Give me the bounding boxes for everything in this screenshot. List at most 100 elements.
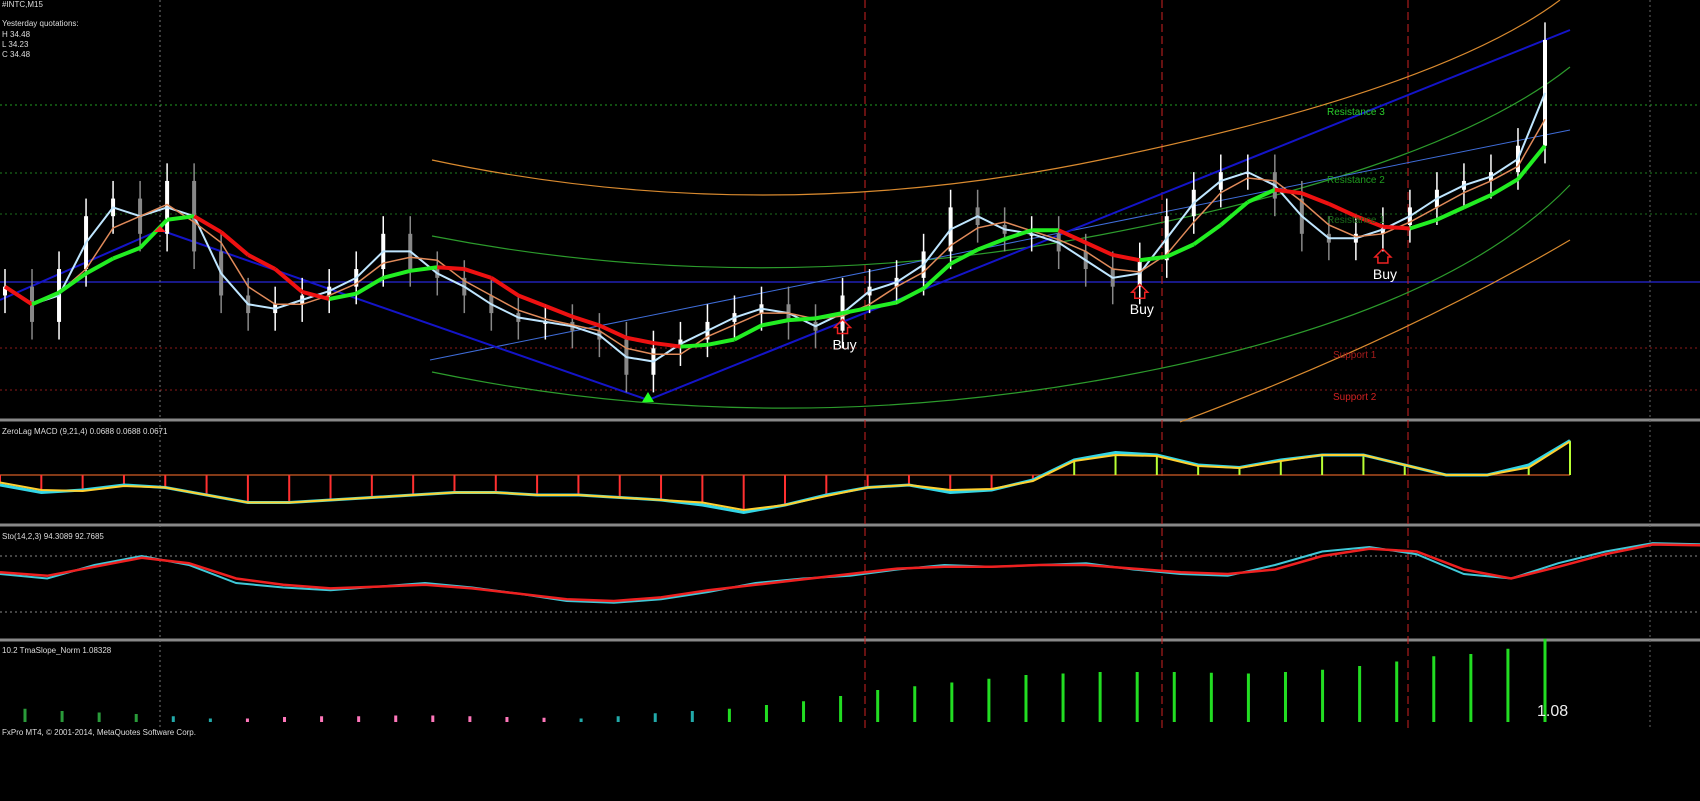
tma-slope-bar	[245, 718, 249, 722]
resistance-2-label: Resistance 2	[1327, 175, 1385, 186]
tma-slope-bar	[1024, 675, 1028, 722]
slow-ma-segment	[680, 342, 708, 349]
resistance-1-label: Resistance 1	[1327, 215, 1385, 226]
slow-ma-segment	[57, 271, 88, 295]
slow-ma-segment	[490, 276, 520, 298]
tma-slope-bar	[357, 716, 361, 722]
mid-ma-line	[4, 118, 1546, 355]
tma-slope-bar	[208, 718, 212, 722]
tma-slope-bar	[1321, 669, 1325, 722]
slow-ma-segment	[138, 218, 169, 250]
tma-slope-bar	[394, 715, 398, 722]
tma-slope-bar	[1246, 673, 1250, 722]
slow-ma-segment	[895, 286, 925, 305]
trading-chart[interactable]: Buy Buy Buy Resistance 3 Resistance 2 Resi…	[0, 0, 1700, 801]
slow-ma-segment	[31, 290, 60, 307]
yesterday-low: L 34.23	[2, 40, 29, 49]
tma-slope-bar	[839, 696, 843, 722]
yesterday-high: H 34.48	[2, 30, 31, 39]
tma-slope-bar	[468, 716, 472, 722]
tma-slope-bar	[653, 713, 657, 722]
slow-ma-segment	[1139, 254, 1168, 263]
macd-panel: ZeroLag MACD (9,21,4) 0.0688 0.0688 0.06…	[0, 427, 1571, 515]
tma-slope-bar	[1172, 672, 1176, 722]
buy-label: Buy	[1130, 301, 1154, 317]
slow-ma-segment	[1301, 191, 1330, 206]
slow-ma-segment	[761, 318, 789, 328]
resistance-3-label: Resistance 3	[1327, 107, 1385, 118]
buy-label: Buy	[1373, 266, 1397, 282]
slow-ma-segment	[707, 337, 735, 347]
tma-slope-bar	[60, 711, 64, 722]
slow-ma-segment	[1192, 223, 1222, 247]
tma-bands	[429, 0, 1571, 423]
panel-separators	[0, 418, 1700, 642]
copyright-footer: FxPro MT4, © 2001-2014, MetaQuotes Softw…	[2, 728, 196, 737]
tma-slope-bar	[764, 705, 768, 722]
slow-ma-segment	[1084, 240, 1114, 257]
slow-ma-segment	[273, 267, 304, 294]
tma-slope-bar	[1283, 672, 1287, 722]
tma-slope-bar	[913, 686, 917, 722]
slow-ma-segment	[598, 323, 628, 340]
tma-slope-bar	[950, 682, 954, 722]
slow-ma-segment	[1409, 217, 1438, 231]
slow-ma-segment	[517, 293, 547, 308]
slow-ma-segment	[653, 341, 681, 349]
stochastic-panel: Sto(14,2,3) 94.3089 92.7685	[0, 532, 1700, 613]
tma-slope-bar	[616, 716, 620, 722]
slow-ma-segment	[437, 265, 465, 272]
slow-ma-segment	[544, 304, 574, 319]
support-2-label: Support 2	[1333, 392, 1377, 403]
sto-signal-line	[0, 543, 1700, 603]
tma-slope-bar	[1135, 672, 1139, 722]
tma-panel: 10.2 TmaSlope_Norm 1.08328 1.08	[2, 638, 1568, 722]
buy-signals: Buy Buy Buy	[833, 247, 1397, 352]
tma-slope-bar	[1098, 672, 1102, 722]
tma-slope-bar	[1209, 672, 1213, 722]
tma-title: 10.2 TmaSlope_Norm 1.08328	[2, 646, 112, 655]
price-candles	[3, 22, 1547, 393]
tma-slope-bars	[23, 638, 1547, 722]
tma-slope-bar	[1061, 673, 1065, 722]
slow-ma-segment	[382, 268, 411, 280]
slow-ma-segment	[626, 335, 654, 346]
slow-ma-segment	[219, 230, 250, 257]
tma-slope-bar	[431, 715, 435, 722]
tma-slope-bar	[727, 708, 731, 722]
vertical-markers	[159, 0, 1651, 730]
slow-ma-segment	[1274, 187, 1303, 196]
slow-ma-segment	[1489, 177, 1519, 197]
tma-slope-bar	[542, 717, 546, 722]
slow-ma-segment	[571, 314, 601, 328]
yesterday-label: Yesterday quotations:	[2, 19, 79, 28]
slow-ma-segment	[733, 323, 763, 342]
pivot-bottom-marker	[642, 392, 654, 402]
symbol-title[interactable]: #INTC,M15	[2, 0, 43, 9]
tma-slope-bar	[283, 717, 287, 722]
slow-ma-segment	[1382, 224, 1411, 231]
slow-ma-segment	[869, 300, 897, 310]
tma-slope-bar	[1395, 661, 1399, 722]
tma-slope-bar	[1358, 666, 1362, 722]
tma-slope-bar	[97, 712, 101, 722]
tma-slope-bar	[1432, 656, 1436, 722]
tma-slope-bar	[802, 701, 806, 722]
slow-ma-segment	[1463, 193, 1492, 210]
tma-slope-bar	[579, 718, 583, 722]
slow-ma-segment	[1112, 252, 1141, 263]
buy-label: Buy	[833, 336, 857, 352]
sto-title: Sto(14,2,3) 94.3089 92.7685	[2, 532, 104, 541]
yesterday-close: C 34.48	[2, 50, 31, 59]
tma-slope-bar	[876, 690, 880, 722]
tma-value-readout: 1.08	[1537, 703, 1568, 720]
chart-header: #INTC,M15 Yesterday quotations: H 34.48 …	[2, 0, 79, 59]
macd-title: ZeroLag MACD (9,21,4) 0.0688 0.0688 0.06…	[2, 427, 168, 436]
tma-slope-bar	[171, 716, 175, 722]
tma-slope-bar	[320, 716, 324, 722]
slow-ma-segment	[815, 311, 843, 321]
tma-slope-bar	[987, 678, 991, 722]
tma-slope-bar	[505, 717, 509, 722]
tma-slope-bar	[1506, 648, 1510, 722]
tma-slope-bar	[23, 708, 27, 722]
